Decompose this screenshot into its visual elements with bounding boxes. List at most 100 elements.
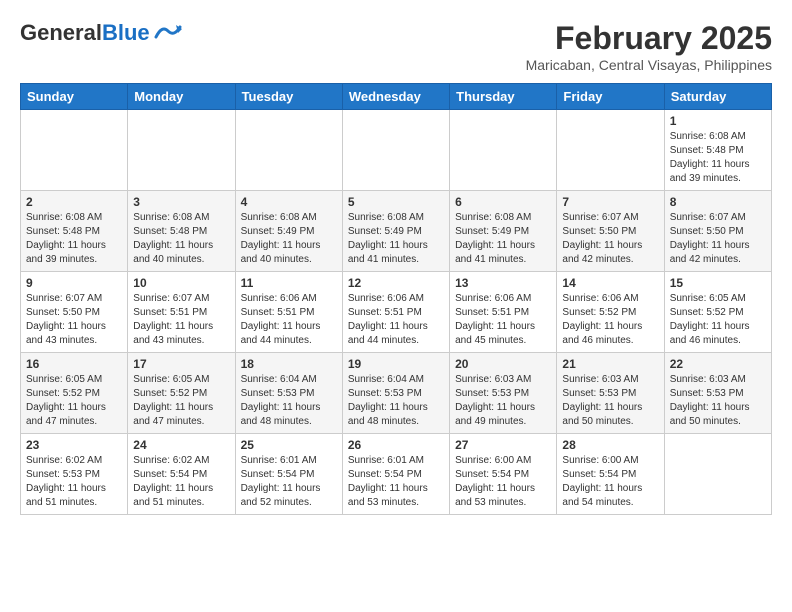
logo-icon — [154, 23, 182, 43]
calendar-cell — [450, 110, 557, 191]
weekday-header-sunday: Sunday — [21, 84, 128, 110]
calendar-cell: 20 Sunrise: 6:03 AM Sunset: 5:53 PM Dayli… — [450, 353, 557, 434]
day-info: Sunrise: 6:04 AM Sunset: 5:53 PM Dayligh… — [241, 373, 337, 429]
day-info: Sunrise: 6:08 AM Sunset: 5:49 PM Dayligh… — [241, 211, 337, 267]
day-info: Sunrise: 6:04 AM Sunset: 5:53 PM Dayligh… — [348, 373, 444, 429]
logo-general-text: General — [20, 20, 102, 45]
calendar-cell: 19 Sunrise: 6:04 AM Sunset: 5:53 PM Dayli… — [342, 353, 449, 434]
day-info: Sunrise: 6:01 AM Sunset: 5:54 PM Dayligh… — [348, 454, 444, 510]
day-number: 4 — [241, 195, 337, 209]
weekday-header-wednesday: Wednesday — [342, 84, 449, 110]
day-number: 19 — [348, 357, 444, 371]
day-number: 27 — [455, 438, 551, 452]
day-info: Sunrise: 6:06 AM Sunset: 5:52 PM Dayligh… — [562, 292, 658, 348]
day-info: Sunrise: 6:00 AM Sunset: 5:54 PM Dayligh… — [455, 454, 551, 510]
day-number: 28 — [562, 438, 658, 452]
day-number: 25 — [241, 438, 337, 452]
day-number: 7 — [562, 195, 658, 209]
calendar-week-row: 23Sunrise: 6:02 AM Sunset: 5:53 PM Dayli… — [21, 434, 772, 515]
day-info: Sunrise: 6:05 AM Sunset: 5:52 PM Dayligh… — [133, 373, 229, 429]
weekday-header-friday: Friday — [557, 84, 664, 110]
calendar-cell — [128, 110, 235, 191]
calendar-cell: 16 Sunrise: 6:05 AM Sunset: 5:52 PM Dayli… — [21, 353, 128, 434]
day-number: 23 — [26, 438, 122, 452]
day-number: 6 — [455, 195, 551, 209]
calendar-cell: 1Sunrise: 6:08 AM Sunset: 5:48 PM Daylig… — [664, 110, 771, 191]
day-number: 11 — [241, 276, 337, 290]
day-info: Sunrise: 6:06 AM Sunset: 5:51 PM Dayligh… — [348, 292, 444, 348]
weekday-header-thursday: Thursday — [450, 84, 557, 110]
day-info: Sunrise: 6:07 AM Sunset: 5:50 PM Dayligh… — [562, 211, 658, 267]
day-number: 3 — [133, 195, 229, 209]
calendar-cell: 17 Sunrise: 6:05 AM Sunset: 5:52 PM Dayli… — [128, 353, 235, 434]
calendar-table: SundayMondayTuesdayWednesdayThursdayFrid… — [20, 83, 772, 515]
day-info: Sunrise: 6:00 AM Sunset: 5:54 PM Dayligh… — [562, 454, 658, 510]
day-info: Sunrise: 6:07 AM Sunset: 5:51 PM Dayligh… — [133, 292, 229, 348]
day-info: Sunrise: 6:07 AM Sunset: 5:50 PM Dayligh… — [26, 292, 122, 348]
day-info: Sunrise: 6:03 AM Sunset: 5:53 PM Dayligh… — [455, 373, 551, 429]
day-number: 24 — [133, 438, 229, 452]
calendar-cell — [21, 110, 128, 191]
calendar-cell: 13Sunrise: 6:06 AM Sunset: 5:51 PM Dayli… — [450, 272, 557, 353]
day-info: Sunrise: 6:08 AM Sunset: 5:48 PM Dayligh… — [26, 211, 122, 267]
title-section: February 2025 Maricaban, Central Visayas… — [526, 20, 772, 73]
day-number: 16 — [26, 357, 122, 371]
calendar-cell: 27 Sunrise: 6:00 AM Sunset: 5:54 PM Dayli… — [450, 434, 557, 515]
calendar-cell: 11 Sunrise: 6:06 AM Sunset: 5:51 PM Dayli… — [235, 272, 342, 353]
calendar-title: February 2025 — [526, 20, 772, 57]
day-info: Sunrise: 6:08 AM Sunset: 5:48 PM Dayligh… — [133, 211, 229, 267]
day-info: Sunrise: 6:08 AM Sunset: 5:49 PM Dayligh… — [455, 211, 551, 267]
day-number: 13 — [455, 276, 551, 290]
day-number: 20 — [455, 357, 551, 371]
weekday-header-saturday: Saturday — [664, 84, 771, 110]
day-number: 1 — [670, 114, 766, 128]
day-info: Sunrise: 6:07 AM Sunset: 5:50 PM Dayligh… — [670, 211, 766, 267]
calendar-cell: 28 Sunrise: 6:00 AM Sunset: 5:54 PM Dayli… — [557, 434, 664, 515]
weekday-header-monday: Monday — [128, 84, 235, 110]
calendar-cell: 14 Sunrise: 6:06 AM Sunset: 5:52 PM Dayli… — [557, 272, 664, 353]
calendar-cell — [664, 434, 771, 515]
calendar-cell: 21Sunrise: 6:03 AM Sunset: 5:53 PM Dayli… — [557, 353, 664, 434]
calendar-cell: 25Sunrise: 6:01 AM Sunset: 5:54 PM Dayli… — [235, 434, 342, 515]
calendar-week-row: 1Sunrise: 6:08 AM Sunset: 5:48 PM Daylig… — [21, 110, 772, 191]
calendar-cell: 3 Sunrise: 6:08 AM Sunset: 5:48 PM Daylig… — [128, 191, 235, 272]
calendar-cell: 23Sunrise: 6:02 AM Sunset: 5:53 PM Dayli… — [21, 434, 128, 515]
calendar-cell: 2Sunrise: 6:08 AM Sunset: 5:48 PM Daylig… — [21, 191, 128, 272]
day-info: Sunrise: 6:05 AM Sunset: 5:52 PM Dayligh… — [670, 292, 766, 348]
day-info: Sunrise: 6:06 AM Sunset: 5:51 PM Dayligh… — [241, 292, 337, 348]
calendar-cell — [342, 110, 449, 191]
day-number: 9 — [26, 276, 122, 290]
calendar-cell: 26 Sunrise: 6:01 AM Sunset: 5:54 PM Dayli… — [342, 434, 449, 515]
day-info: Sunrise: 6:05 AM Sunset: 5:52 PM Dayligh… — [26, 373, 122, 429]
calendar-cell: 22Sunrise: 6:03 AM Sunset: 5:53 PM Dayli… — [664, 353, 771, 434]
calendar-cell — [557, 110, 664, 191]
day-info: Sunrise: 6:08 AM Sunset: 5:49 PM Dayligh… — [348, 211, 444, 267]
day-number: 14 — [562, 276, 658, 290]
logo: GeneralBlue — [20, 20, 182, 46]
calendar-cell: 9 Sunrise: 6:07 AM Sunset: 5:50 PM Daylig… — [21, 272, 128, 353]
calendar-cell: 18 Sunrise: 6:04 AM Sunset: 5:53 PM Dayli… — [235, 353, 342, 434]
calendar-cell: 15 Sunrise: 6:05 AM Sunset: 5:52 PM Dayli… — [664, 272, 771, 353]
day-number: 10 — [133, 276, 229, 290]
day-number: 26 — [348, 438, 444, 452]
calendar-header-row: SundayMondayTuesdayWednesdayThursdayFrid… — [21, 84, 772, 110]
day-number: 5 — [348, 195, 444, 209]
calendar-cell: 4 Sunrise: 6:08 AM Sunset: 5:49 PM Daylig… — [235, 191, 342, 272]
day-info: Sunrise: 6:03 AM Sunset: 5:53 PM Dayligh… — [670, 373, 766, 429]
day-number: 8 — [670, 195, 766, 209]
calendar-cell: 6 Sunrise: 6:08 AM Sunset: 5:49 PM Daylig… — [450, 191, 557, 272]
weekday-header-tuesday: Tuesday — [235, 84, 342, 110]
page-header: GeneralBlue February 2025 Maricaban, Cen… — [20, 20, 772, 73]
day-number: 17 — [133, 357, 229, 371]
calendar-subtitle: Maricaban, Central Visayas, Philippines — [526, 57, 772, 73]
calendar-cell — [235, 110, 342, 191]
calendar-cell: 12 Sunrise: 6:06 AM Sunset: 5:51 PM Dayli… — [342, 272, 449, 353]
calendar-cell: 5 Sunrise: 6:08 AM Sunset: 5:49 PM Daylig… — [342, 191, 449, 272]
calendar-week-row: 9 Sunrise: 6:07 AM Sunset: 5:50 PM Daylig… — [21, 272, 772, 353]
day-number: 21 — [562, 357, 658, 371]
day-number: 12 — [348, 276, 444, 290]
day-number: 15 — [670, 276, 766, 290]
calendar-cell: 24Sunrise: 6:02 AM Sunset: 5:54 PM Dayli… — [128, 434, 235, 515]
calendar-cell: 8 Sunrise: 6:07 AM Sunset: 5:50 PM Daylig… — [664, 191, 771, 272]
day-number: 18 — [241, 357, 337, 371]
